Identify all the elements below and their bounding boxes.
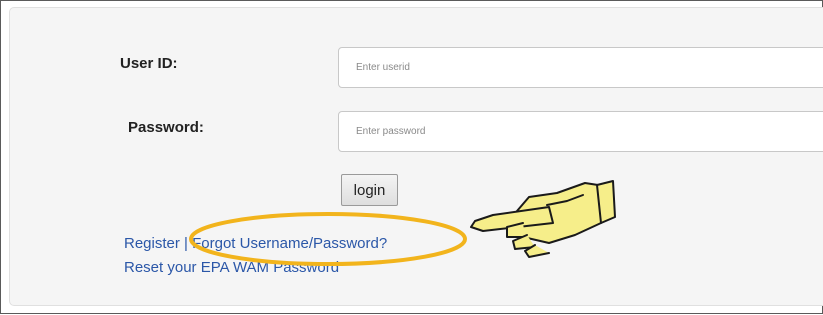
login-button[interactable]: login	[341, 174, 398, 206]
links-row-2: Reset your EPA WAM Password	[124, 256, 387, 280]
user-id-input[interactable]	[338, 47, 823, 88]
links-row-1: Register | Forgot Username/Password?	[124, 232, 387, 256]
password-label: Password:	[128, 119, 204, 136]
screenshot-frame: User ID: Password: login Register | Forg…	[0, 0, 823, 314]
forgot-credentials-link[interactable]: Forgot Username/Password?	[192, 235, 387, 252]
reset-password-link[interactable]: Reset your EPA WAM Password	[124, 259, 339, 276]
link-separator: |	[184, 235, 188, 252]
user-id-label: User ID:	[120, 55, 178, 72]
password-input[interactable]	[338, 111, 823, 152]
register-link[interactable]: Register	[124, 235, 180, 252]
account-links: Register | Forgot Username/Password? Res…	[124, 232, 387, 280]
